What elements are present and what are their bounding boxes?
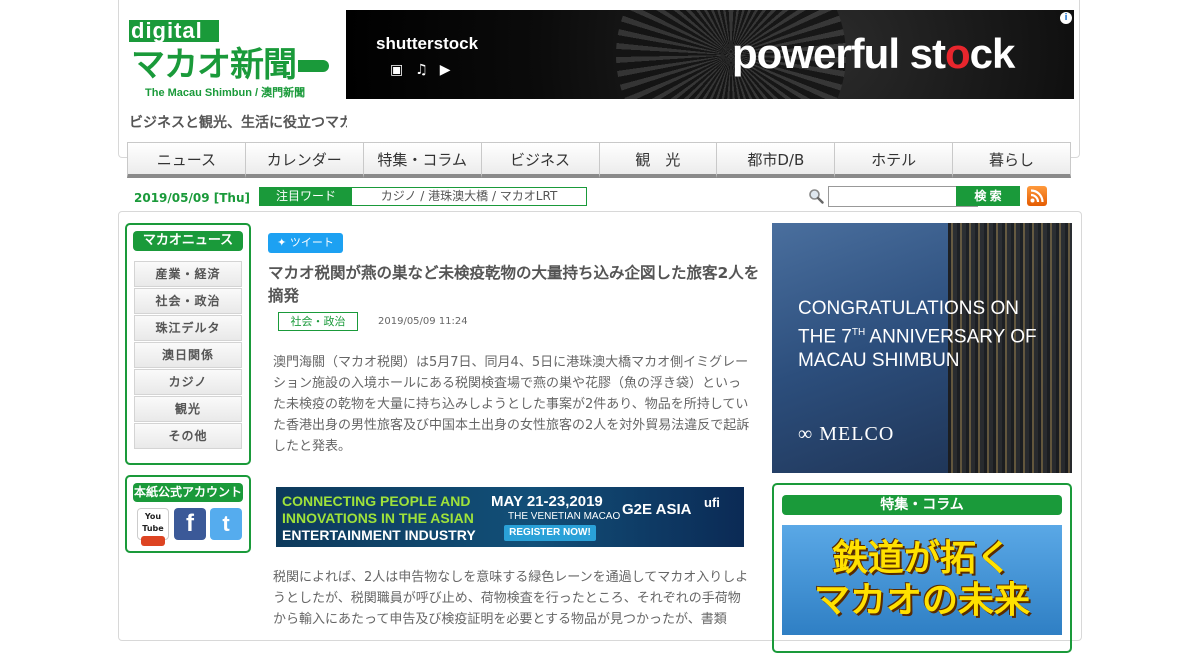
nav-item-news[interactable]: ニュース: [127, 142, 245, 178]
current-date: 2019/05/09 [Thu]: [134, 191, 250, 205]
tweet-button[interactable]: ✦ ツイート: [268, 233, 343, 253]
category-society-politics[interactable]: 社会・政治: [134, 288, 242, 314]
main-nav: ニュース カレンダー 特集・コラム ビジネス 観 光 都市D/B ホテル 暮らし: [127, 142, 1071, 182]
ad-congrats-line-2sup: TH: [851, 327, 866, 338]
youtube-icon[interactable]: You Tube: [137, 508, 169, 546]
article-category-tag[interactable]: 社会・政治: [278, 312, 358, 331]
logo-digital[interactable]: digital: [129, 20, 219, 42]
category-tourism[interactable]: 観光: [134, 396, 242, 422]
ad-info-icon[interactable]: i: [1060, 12, 1072, 24]
youtube-icon-bar: [141, 536, 165, 546]
news-category-title: マカオニュース: [133, 231, 243, 251]
ad-congrats-line-2: THE 7TH ANNIVERSARY OF: [798, 321, 1058, 349]
hot-words-box: 注目ワード カジノ / 港珠澳大橋 / マカオLRT: [259, 187, 587, 206]
ad-line-1: CONNECTING PEOPLE AND: [282, 493, 471, 509]
article-title: マカオ税関が燕の巣など未検疫乾物の大量持ち込み企図した旅客2人を摘発: [268, 264, 760, 305]
logo-title: マカオ新聞: [129, 45, 298, 85]
article-date: 2019/05/09 11:24: [378, 316, 468, 327]
top-banner-ad[interactable]: shutterstock ▣♫▶ powerful stock i: [346, 10, 1074, 99]
feature-banner-line-2: マカオの未来: [813, 580, 1030, 621]
search-button[interactable]: 検 索: [956, 186, 1020, 206]
ad-slogan-b: ck: [969, 30, 1016, 77]
melco-name: MELCO: [819, 423, 895, 445]
ad-slogan-o: o: [945, 30, 971, 77]
nav-item-living[interactable]: 暮らし: [952, 142, 1071, 178]
ad-venue: THE VENETIAN MACAO: [508, 511, 621, 522]
ad-slogan-a: powerful st: [732, 30, 946, 77]
facebook-icon[interactable]: f: [174, 508, 206, 540]
nav-item-features[interactable]: 特集・コラム: [362, 142, 481, 178]
ad-line-2: INNOVATIONS IN THE ASIAN: [282, 510, 474, 526]
search-icon: [809, 189, 824, 204]
twitter-bird-icon: ✦: [277, 236, 287, 249]
twitter-icon[interactable]: t: [210, 508, 242, 540]
melco-anniversary-ad[interactable]: CONGRATULATIONS ON THE 7TH ANNIVERSARY O…: [772, 223, 1072, 473]
site-tagline: ビジネスと観光、生活に役立つマカオ: [129, 115, 347, 131]
tweet-label: ツイート: [289, 236, 334, 249]
sns-box: 本紙公式アカウント You Tube f t: [125, 475, 251, 553]
category-other[interactable]: その他: [134, 423, 242, 449]
sns-title: 本紙公式アカウント: [133, 483, 243, 502]
ad-slogan: powerful stock: [732, 30, 1016, 78]
ad-ufi-logo: ufi: [704, 495, 720, 510]
nav-item-tourism[interactable]: 観 光: [598, 142, 717, 178]
rss-icon[interactable]: [1027, 186, 1047, 206]
ad-congrats-line-2a: THE 7: [798, 326, 852, 348]
nav-item-city-db[interactable]: 都市D/B: [716, 142, 835, 178]
hot-words-label: 注目ワード: [260, 188, 352, 205]
category-list: 産業・経済 社会・政治 珠江デルタ 澳日関係 カジノ 観光 その他: [134, 261, 242, 450]
ad-media-icons: ▣♫▶: [390, 62, 463, 78]
hot-words-links[interactable]: カジノ / 港珠澳大橋 / マカオLRT: [352, 188, 586, 205]
melco-logo: ∞ MELCO: [798, 423, 894, 446]
category-industry-economy[interactable]: 産業・経済: [134, 261, 242, 287]
article-paragraph-1: 澳門海關（マカオ税関）は5月7日、同月4、5日に港珠澳大橋マカオ側イミグレーショ…: [273, 355, 750, 454]
ad-congrats-line-1: CONGRATULATIONS ON: [798, 298, 1019, 319]
logo-subtitle: The Macau Shimbun / 澳門新聞: [145, 87, 306, 99]
feature-column-title[interactable]: 特集・コラム: [782, 495, 1062, 515]
ad-brand: shutterstock: [376, 34, 479, 53]
ad-line-3: ENTERTAINMENT INDUSTRY: [282, 527, 476, 543]
nav-item-hotel[interactable]: ホテル: [834, 142, 953, 178]
ad-congrats-line-2b: ANNIVERSARY OF: [865, 326, 1037, 348]
ad-g2e-logo: G2E ASIA: [622, 501, 692, 518]
feature-banner[interactable]: 鉄道が拓く マカオの未来: [782, 525, 1062, 635]
category-casino[interactable]: カジノ: [134, 369, 242, 395]
ad-congrats-line-3: MACAU SHIMBUN: [798, 350, 960, 372]
category-macau-japan[interactable]: 澳日関係: [134, 342, 242, 368]
nav-item-business[interactable]: ビジネス: [480, 142, 599, 178]
youtube-icon-label: You Tube: [142, 512, 164, 533]
ad-dates: MAY 21-23,2019: [491, 493, 603, 510]
ad-congrats-text: CONGRATULATIONS ON THE 7TH ANNIVERSARY O…: [798, 297, 1058, 373]
nav-item-calendar[interactable]: カレンダー: [244, 142, 363, 178]
news-category-box: マカオニュース 産業・経済 社会・政治 珠江デルタ 澳日関係 カジノ 観光 その…: [125, 223, 251, 465]
melco-mark-icon: ∞: [798, 423, 814, 445]
g2e-asia-banner-ad[interactable]: CONNECTING PEOPLE AND INNOVATIONS IN THE…: [276, 487, 744, 547]
category-pearl-river-delta[interactable]: 珠江デルタ: [134, 315, 242, 341]
site-logo[interactable]: マカオ新聞: [129, 45, 329, 85]
ad-register-button[interactable]: REGISTER NOW!: [504, 525, 596, 541]
article-paragraph-2: 税関によれば、2人は申告物なしを意味する緑色レーンを通過してマカオ入りしようとし…: [273, 570, 749, 627]
